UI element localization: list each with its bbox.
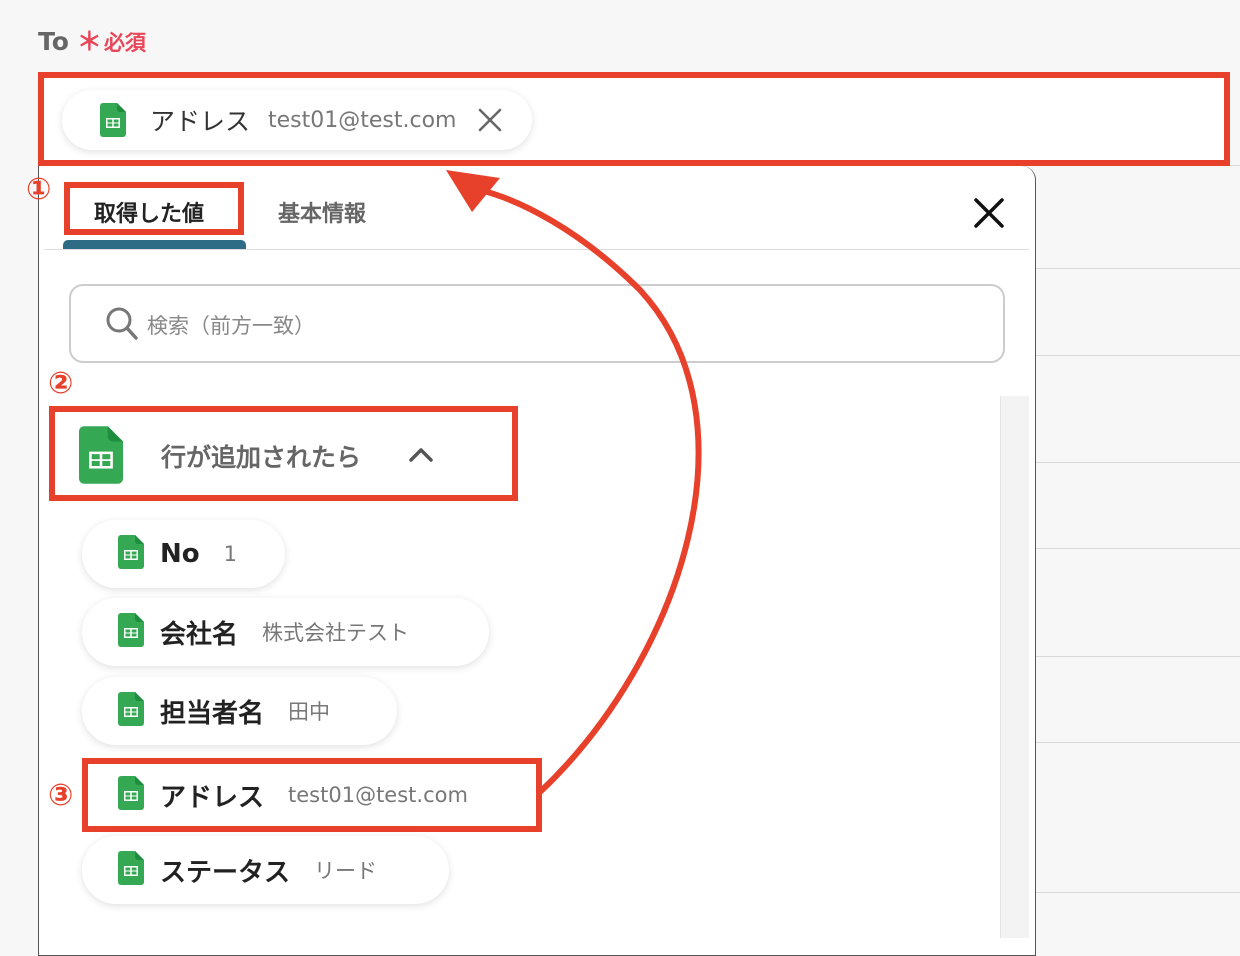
- google-sheets-icon: [100, 103, 126, 137]
- google-sheets-icon: [118, 851, 144, 889]
- close-icon[interactable]: [477, 107, 503, 133]
- annotation-step-2: ②: [48, 366, 74, 401]
- google-sheets-icon: [118, 535, 144, 573]
- required-text: 必須: [103, 31, 146, 55]
- google-sheets-icon: [118, 692, 144, 730]
- group-title: 行が追加されたら: [161, 443, 362, 472]
- value-item-no[interactable]: No 1: [82, 520, 285, 588]
- to-input-field[interactable]: アドレス test01@test.com: [38, 72, 1230, 166]
- scrollbar[interactable]: [1000, 396, 1029, 938]
- trigger-group-header[interactable]: 行が追加されたら: [49, 406, 518, 501]
- item-key: 担当者名: [160, 698, 265, 729]
- close-icon[interactable]: [968, 192, 1010, 234]
- item-key: ステータス: [160, 857, 291, 888]
- selected-value-chip[interactable]: アドレス test01@test.com: [62, 90, 532, 150]
- tab-divider: [44, 249, 1029, 250]
- value-item-status[interactable]: ステータス リード: [82, 836, 449, 904]
- value-item-company[interactable]: 会社名 株式会社テスト: [82, 598, 489, 666]
- chip-value: test01@test.com: [268, 107, 457, 133]
- google-sheets-icon: [118, 776, 144, 814]
- item-value: 田中: [288, 700, 331, 724]
- item-value: test01@test.com: [288, 783, 468, 807]
- to-field-label: To ＊必須: [38, 22, 146, 58]
- item-value: リード: [314, 859, 378, 883]
- annotation-step-1: ①: [26, 172, 52, 207]
- google-sheets-icon: [118, 613, 144, 651]
- item-value: 株式会社テスト: [262, 621, 410, 645]
- annotation-step-3: ③: [48, 778, 74, 813]
- item-value: 1: [223, 542, 237, 566]
- required-star: ＊: [76, 27, 102, 56]
- search-placeholder: 検索（前方一致）: [147, 314, 315, 338]
- item-key: 会社名: [160, 619, 239, 650]
- value-item-address[interactable]: アドレス test01@test.com: [90, 764, 534, 826]
- tab-acquired-values[interactable]: 取得した値: [94, 196, 204, 228]
- value-item-contact[interactable]: 担当者名 田中: [82, 677, 397, 745]
- item-key: アドレス: [160, 782, 265, 813]
- item-key: No: [160, 539, 200, 569]
- search-input[interactable]: 検索（前方一致）: [69, 284, 1005, 363]
- tab-basic-info[interactable]: 基本情報: [278, 196, 366, 228]
- search-icon: [105, 306, 139, 346]
- active-tab-indicator: [63, 240, 246, 249]
- google-sheets-icon: [79, 426, 123, 488]
- chevron-up-icon[interactable]: [407, 444, 435, 468]
- chip-key: アドレス: [150, 107, 251, 136]
- field-label-text: To: [38, 27, 69, 56]
